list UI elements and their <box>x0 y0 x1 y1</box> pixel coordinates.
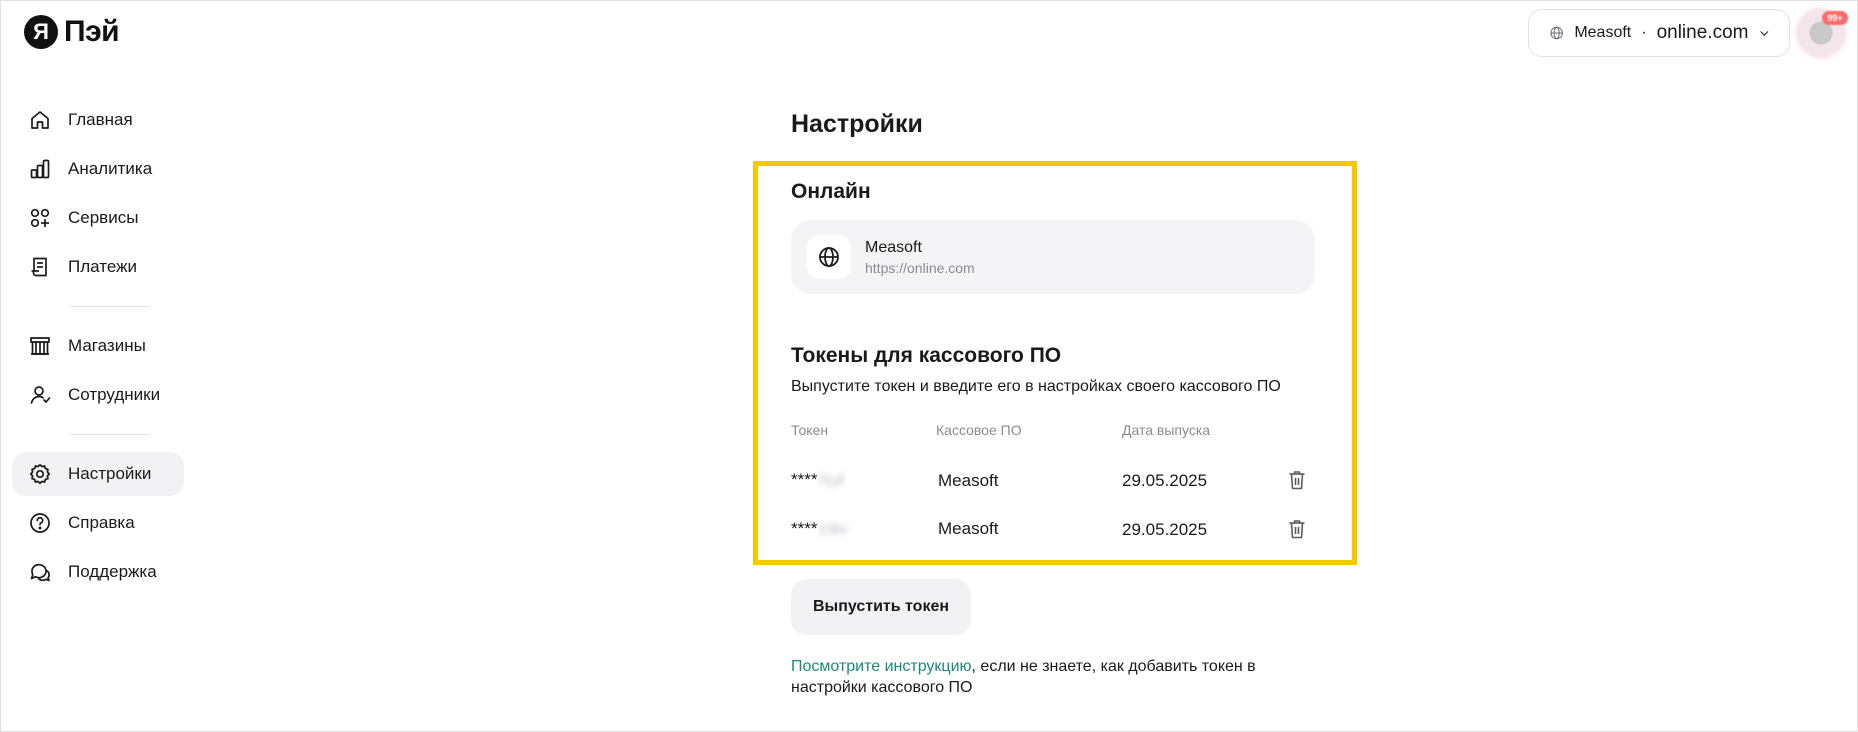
token-cell: **** f1yf <box>791 470 844 490</box>
trash-icon[interactable] <box>1288 470 1306 490</box>
token-hidden: f1yf <box>819 471 844 489</box>
shop-switcher[interactable]: Measoft · online.com <box>1528 9 1790 57</box>
sidebar-item-label: Платежи <box>68 257 137 276</box>
site-info: Measoft https://online.com <box>865 239 975 276</box>
sidebar-item-label: Сотрудники <box>68 385 161 404</box>
site-card[interactable]: Measoft https://online.com <box>791 220 1315 294</box>
sidebar-divider <box>70 434 150 435</box>
chat-icon <box>30 563 50 582</box>
help-text: Посмотрите инструкцию, если не знаете, к… <box>791 656 1271 698</box>
sidebar-item-label: Справка <box>68 513 135 532</box>
site-url: https://online.com <box>865 259 975 276</box>
site-name: Measoft <box>865 238 922 256</box>
column-header-software: Кассовое ПО <box>936 422 1022 438</box>
online-section-title: Онлайн <box>791 180 871 203</box>
receipt-icon <box>31 257 47 277</box>
tokens-section-title: Токены для кассового ПО <box>791 344 1062 367</box>
token-hidden: z3tv <box>819 520 847 538</box>
logo[interactable]: Я Пэй <box>24 14 120 50</box>
sidebar-divider <box>70 306 150 307</box>
sidebar-item-settings[interactable]: Настройки <box>12 452 184 496</box>
issue-token-button[interactable]: Выпустить токен <box>791 579 971 635</box>
sidebar-item-label: Аналитика <box>68 159 153 178</box>
sidebar-item-label: Настройки <box>68 464 152 483</box>
tokens-subtitle: Выпустите токен и введите его в настройк… <box>791 378 1281 395</box>
sidebar-item-support[interactable]: Поддержка <box>12 550 184 594</box>
globe-icon <box>819 247 839 267</box>
column-header-date: Дата выпуска <box>1122 422 1211 438</box>
sidebar-item-stores[interactable]: Магазины <box>12 324 184 368</box>
token-mask: **** <box>791 470 818 489</box>
page-title: Настройки <box>791 110 923 138</box>
sidebar-item-label: Сервисы <box>68 208 139 227</box>
logo-mark: Я <box>24 15 58 49</box>
bar-chart-icon <box>30 159 50 179</box>
date-cell: 29.05.2025 <box>1122 471 1208 490</box>
column-header-token: Токен <box>791 422 829 438</box>
store-icon <box>30 337 50 355</box>
sidebar-item-services[interactable]: Сервисы <box>12 196 184 240</box>
sidebar-item-home[interactable]: Главная <box>12 98 184 142</box>
sidebar-item-help[interactable]: Справка <box>12 501 184 545</box>
software-cell: Measoft <box>938 519 999 538</box>
software-cell: Measoft <box>938 471 999 490</box>
notification-badge: 99+ <box>1822 11 1848 25</box>
token-mask: **** <box>791 519 818 538</box>
separator-dot: · <box>1641 24 1647 41</box>
home-icon <box>31 111 49 129</box>
site-icon-box <box>807 235 851 279</box>
logo-text: Пэй <box>64 15 120 48</box>
sidebar-item-label: Поддержка <box>68 562 157 581</box>
sidebar-item-label: Магазины <box>68 336 146 355</box>
people-icon <box>30 386 51 404</box>
sidebar-item-label: Главная <box>68 110 133 129</box>
gear-icon <box>29 463 51 485</box>
instruction-link[interactable]: Посмотрите инструкцию <box>791 658 972 675</box>
trash-icon[interactable] <box>1288 519 1306 539</box>
sidebar-item-payments[interactable]: Платежи <box>12 245 184 289</box>
chevron-down-icon <box>1760 31 1769 36</box>
globe-icon <box>1550 26 1563 40</box>
sidebar-item-analytics[interactable]: Аналитика <box>12 147 184 191</box>
shop-name: Measoft <box>1574 24 1632 41</box>
help-icon <box>30 513 50 533</box>
shop-domain: online.com <box>1656 22 1749 43</box>
token-cell: **** z3tv <box>791 519 847 539</box>
date-cell: 29.05.2025 <box>1122 520 1208 539</box>
services-icon <box>30 208 50 228</box>
sidebar-item-employees[interactable]: Сотрудники <box>12 373 184 417</box>
